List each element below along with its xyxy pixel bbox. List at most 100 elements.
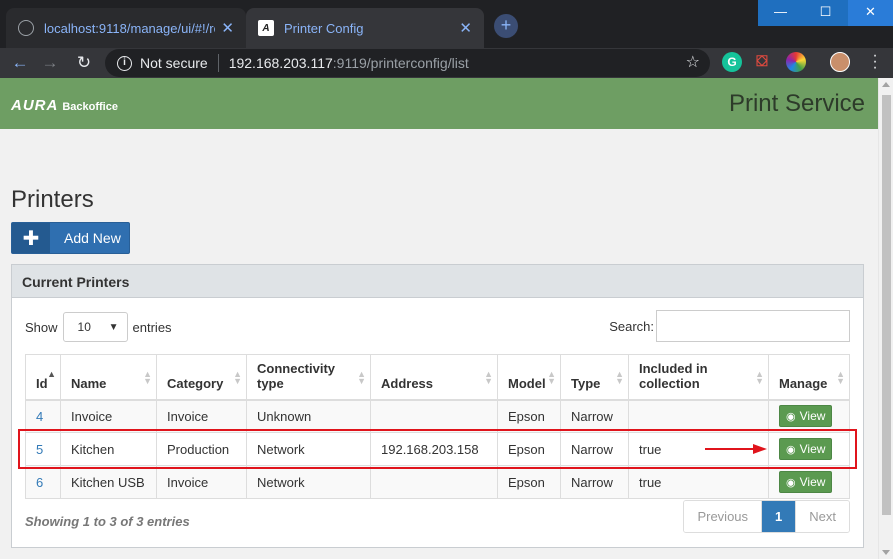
- add-new-label: Add New: [64, 230, 121, 246]
- table-row: 4 Invoice Invoice Unknown Epson Narrow ◉…: [25, 399, 850, 433]
- cell-type: Narrow: [560, 399, 629, 433]
- previous-page-button[interactable]: Previous: [684, 501, 763, 532]
- logo-subtitle: Backoffice: [62, 101, 118, 113]
- page-length-value: 10: [77, 320, 91, 334]
- page-length-control: Show 10 ▼ entries: [25, 312, 172, 342]
- bookmark-star-icon[interactable]: ☆: [686, 52, 700, 72]
- search-control: Search:: [609, 310, 850, 342]
- app-title: Print Service: [728, 90, 865, 117]
- search-input[interactable]: [656, 310, 850, 342]
- tab-localhost[interactable]: localhost:9118/manage/ui/#!/roo ✕: [6, 8, 246, 48]
- column-header-connectivity[interactable]: Connectivity type ▲ ▼: [246, 354, 371, 401]
- eye-icon: ◉: [786, 410, 796, 423]
- cell-name: Invoice: [60, 399, 157, 433]
- id-link[interactable]: 4: [36, 409, 43, 424]
- cell-id[interactable]: 5: [25, 432, 61, 466]
- table-header-row: Id ▲ Name ▲ ▼ Category ▲ ▼ Connectivity type ▲…: [25, 354, 850, 401]
- address-bar[interactable]: i Not secure 192.168.203.117 :9119/print…: [105, 49, 710, 77]
- browser-menu-icon[interactable]: · · ·: [870, 48, 880, 76]
- sort-icon: ▲ ▼: [233, 369, 242, 386]
- page-1-button[interactable]: 1: [762, 501, 796, 532]
- reload-icon[interactable]: ↻: [72, 51, 96, 75]
- color-picker-icon[interactable]: [786, 52, 806, 72]
- view-button[interactable]: ◉ View: [779, 471, 833, 493]
- cell-id[interactable]: 4: [25, 399, 61, 433]
- sort-icon: ▲ ▼: [143, 369, 152, 386]
- cell-type: Narrow: [560, 465, 629, 499]
- show-label: Show: [25, 319, 58, 335]
- plus-icon: ✚: [12, 223, 50, 253]
- tab-title: localhost:9118/manage/ui/#!/roo: [44, 20, 216, 36]
- cell-address: [370, 465, 498, 499]
- page-scrollbar[interactable]: [878, 78, 893, 559]
- panel-title: Current Printers: [12, 265, 863, 298]
- sort-icon: ▲ ▼: [357, 369, 366, 386]
- column-header-address[interactable]: Address ▲ ▼: [370, 354, 498, 401]
- back-arrow-icon[interactable]: ←: [8, 51, 32, 75]
- view-button[interactable]: ◉ View: [779, 438, 833, 460]
- scroll-down-arrow-icon[interactable]: [882, 550, 890, 555]
- column-header-id[interactable]: Id ▲: [25, 354, 61, 401]
- url-path: :9119/printerconfig/list: [332, 55, 469, 71]
- table-row: 6 Kitchen USB Invoice Network Epson Narr…: [25, 465, 850, 499]
- aura-logo[interactable]: AURA Backoffice: [11, 97, 118, 114]
- security-label: Not secure: [140, 55, 208, 71]
- cell-category: Production: [156, 432, 247, 466]
- cell-model: Epson: [497, 465, 561, 499]
- tab-close-icon[interactable]: ✕: [221, 19, 234, 37]
- pdf-icon[interactable]: ⛋: [752, 52, 772, 72]
- profile-avatar[interactable]: [830, 52, 850, 72]
- sort-asc-icon: ▲: [47, 369, 56, 379]
- info-icon[interactable]: i: [117, 55, 132, 71]
- window-controls: — ☐ ✕: [758, 0, 893, 26]
- pagination: Previous 1 Next: [683, 500, 850, 533]
- tab-printer-config[interactable]: A Printer Config ✕: [246, 8, 484, 48]
- column-header-name[interactable]: Name ▲ ▼: [60, 354, 157, 401]
- column-header-manage[interactable]: Manage ▲ ▼: [768, 354, 850, 401]
- cell-included: [628, 399, 769, 433]
- tab-title: Printer Config: [284, 20, 364, 36]
- next-page-button[interactable]: Next: [795, 501, 849, 532]
- tab-close-icon[interactable]: ✕: [459, 19, 472, 37]
- cell-connectivity: Network: [246, 465, 371, 499]
- table-info: Showing 1 to 3 of 3 entries: [25, 514, 190, 529]
- sort-icon: ▲ ▼: [547, 369, 556, 386]
- cell-id[interactable]: 6: [25, 465, 61, 499]
- sort-icon: ▲ ▼: [615, 369, 624, 386]
- column-header-category[interactable]: Category ▲ ▼: [156, 354, 247, 401]
- divider: [217, 54, 219, 72]
- add-new-button[interactable]: ✚ Add New: [11, 222, 130, 254]
- eye-icon: ◉: [786, 476, 796, 489]
- cell-connectivity: Unknown: [246, 399, 371, 433]
- app-header: AURA Backoffice Print Service: [0, 78, 878, 129]
- view-button[interactable]: ◉ View: [779, 405, 833, 428]
- id-link[interactable]: 5: [36, 442, 43, 457]
- forward-arrow-icon[interactable]: →: [38, 51, 62, 75]
- minimize-button[interactable]: —: [758, 0, 803, 26]
- maximize-button[interactable]: ☐: [803, 0, 848, 26]
- cell-category: Invoice: [156, 465, 247, 499]
- close-window-button[interactable]: ✕: [848, 0, 893, 26]
- column-header-included[interactable]: Included in collection ▲ ▼: [628, 354, 769, 401]
- scroll-up-arrow-icon[interactable]: [882, 82, 890, 87]
- grammarly-icon[interactable]: G: [722, 52, 742, 72]
- scroll-thumb[interactable]: [882, 95, 891, 515]
- eye-icon: ◉: [786, 443, 796, 456]
- search-label: Search:: [609, 318, 654, 334]
- cell-connectivity: Network: [246, 432, 371, 466]
- app-favicon-icon: A: [258, 20, 274, 36]
- cell-type: Narrow: [560, 432, 629, 466]
- printers-table: Id ▲ Name ▲ ▼ Category ▲ ▼ Connectivity type ▲…: [25, 354, 850, 499]
- cell-manage: ◉ View: [768, 465, 850, 499]
- new-tab-button[interactable]: +: [494, 14, 518, 38]
- cell-name: Kitchen: [60, 432, 157, 466]
- page-length-select[interactable]: 10 ▼: [62, 312, 128, 342]
- cell-address: 192.168.203.158: [370, 432, 498, 466]
- printers-panel: Current Printers Show 10 ▼ entries Searc…: [11, 264, 864, 548]
- column-header-model[interactable]: Model ▲ ▼: [497, 354, 561, 401]
- column-header-type[interactable]: Type ▲ ▼: [560, 354, 629, 401]
- cell-model: Epson: [497, 399, 561, 433]
- logo-text: AURA: [11, 97, 59, 114]
- url-host: 192.168.203.117: [228, 55, 333, 71]
- id-link[interactable]: 6: [36, 475, 43, 490]
